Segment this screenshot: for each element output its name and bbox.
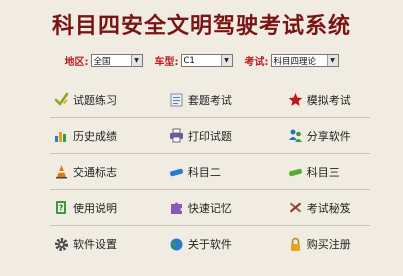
gear-icon xyxy=(54,237,69,252)
history-button[interactable]: 历史成绩 xyxy=(50,128,167,144)
lock-icon xyxy=(288,237,303,252)
svg-text:?: ? xyxy=(59,204,64,213)
traffic-signs-button[interactable]: 交通标志 xyxy=(50,164,167,180)
quick-memory-label: 快速记忆 xyxy=(187,201,232,215)
globe-icon xyxy=(169,237,184,252)
menu-row: ? 使用说明 快速记忆 考试秘笈 xyxy=(50,190,370,226)
instructions-button[interactable]: ? 使用说明 xyxy=(50,200,167,216)
tools-icon xyxy=(288,200,303,215)
printer-icon xyxy=(169,128,184,143)
help-book-icon: ? xyxy=(54,200,69,215)
menu-row: 交通标志 科目二 科目三 xyxy=(50,154,370,190)
quick-memory-button[interactable]: 快速记忆 xyxy=(167,200,284,216)
app-title: 科目四安全文明驾驶考试系统 xyxy=(51,13,351,39)
instructions-label: 使用说明 xyxy=(73,201,117,215)
filter-bar: 地区: 全国 ▼ 车型: C1 ▼ 考试: 科目四理论 ▼ xyxy=(0,53,403,68)
exam-tips-label: 考试秘笈 xyxy=(306,201,351,215)
region-value: 全国 xyxy=(93,56,111,67)
share-label: 分享软件 xyxy=(306,129,351,143)
practice-label: 试题练习 xyxy=(73,93,117,107)
exam-tips-button[interactable]: 考试秘笈 xyxy=(284,200,370,216)
practice-button[interactable]: 试题练习 xyxy=(50,92,167,108)
exam-label: 考试: xyxy=(244,57,269,68)
main-menu: 试题练习 套题考试 模拟考试 历史成绩 打印试题 分享软件 交通标志 科目二 科… xyxy=(50,82,370,262)
green-car-icon xyxy=(288,164,303,179)
exam-value: 科目四理论 xyxy=(273,56,317,67)
star-icon xyxy=(288,92,303,107)
region-label: 地区: xyxy=(64,57,89,68)
menu-row: 试题练习 套题考试 模拟考试 xyxy=(50,82,370,118)
vehicle-select[interactable]: C1 ▼ xyxy=(180,54,233,67)
menu-row: 历史成绩 打印试题 分享软件 xyxy=(50,118,370,154)
settings-label: 软件设置 xyxy=(73,238,117,251)
set-exam-button[interactable]: 套题考试 xyxy=(167,92,284,108)
users-icon xyxy=(288,128,303,143)
check-pencil-icon xyxy=(54,92,69,107)
register-label: 购买注册 xyxy=(306,238,351,251)
subject-two-button[interactable]: 科目二 xyxy=(167,164,284,180)
exam-select[interactable]: 科目四理论 ▼ xyxy=(270,54,339,67)
document-icon xyxy=(169,92,184,107)
bar-chart-icon xyxy=(54,128,69,143)
mock-exam-label: 模拟考试 xyxy=(306,93,351,107)
print-button[interactable]: 打印试题 xyxy=(167,128,284,144)
traffic-signs-label: 交通标志 xyxy=(73,165,117,179)
history-label: 历史成绩 xyxy=(73,129,117,143)
subject-two-label: 科目二 xyxy=(187,165,221,179)
register-button[interactable]: 购买注册 xyxy=(284,236,370,252)
subject-three-label: 科目三 xyxy=(306,165,340,179)
menu-row: 软件设置 关于软件 购买注册 xyxy=(50,226,370,262)
vehicle-value: C1 xyxy=(183,55,195,66)
region-filter: 地区: 全国 ▼ xyxy=(65,53,143,68)
subject-three-button[interactable]: 科目三 xyxy=(284,164,370,180)
chevron-down-icon[interactable]: ▼ xyxy=(326,55,338,66)
vehicle-label: 车型: xyxy=(154,57,179,68)
exam-filter: 考试: 科目四理论 ▼ xyxy=(245,53,339,68)
blue-car-icon xyxy=(169,164,184,179)
traffic-cone-icon xyxy=(54,164,69,179)
vehicle-filter: 车型: C1 ▼ xyxy=(155,53,233,68)
about-label: 关于软件 xyxy=(187,238,232,251)
chevron-down-icon[interactable]: ▼ xyxy=(220,55,232,66)
chevron-down-icon[interactable]: ▼ xyxy=(130,55,142,66)
mock-exam-button[interactable]: 模拟考试 xyxy=(284,92,370,108)
puzzle-icon xyxy=(169,200,184,215)
about-button[interactable]: 关于软件 xyxy=(167,236,284,252)
share-button[interactable]: 分享软件 xyxy=(284,128,370,144)
print-label: 打印试题 xyxy=(187,129,232,143)
region-select[interactable]: 全国 ▼ xyxy=(90,54,143,67)
settings-button[interactable]: 软件设置 xyxy=(50,236,167,252)
set-exam-label: 套题考试 xyxy=(187,93,232,107)
